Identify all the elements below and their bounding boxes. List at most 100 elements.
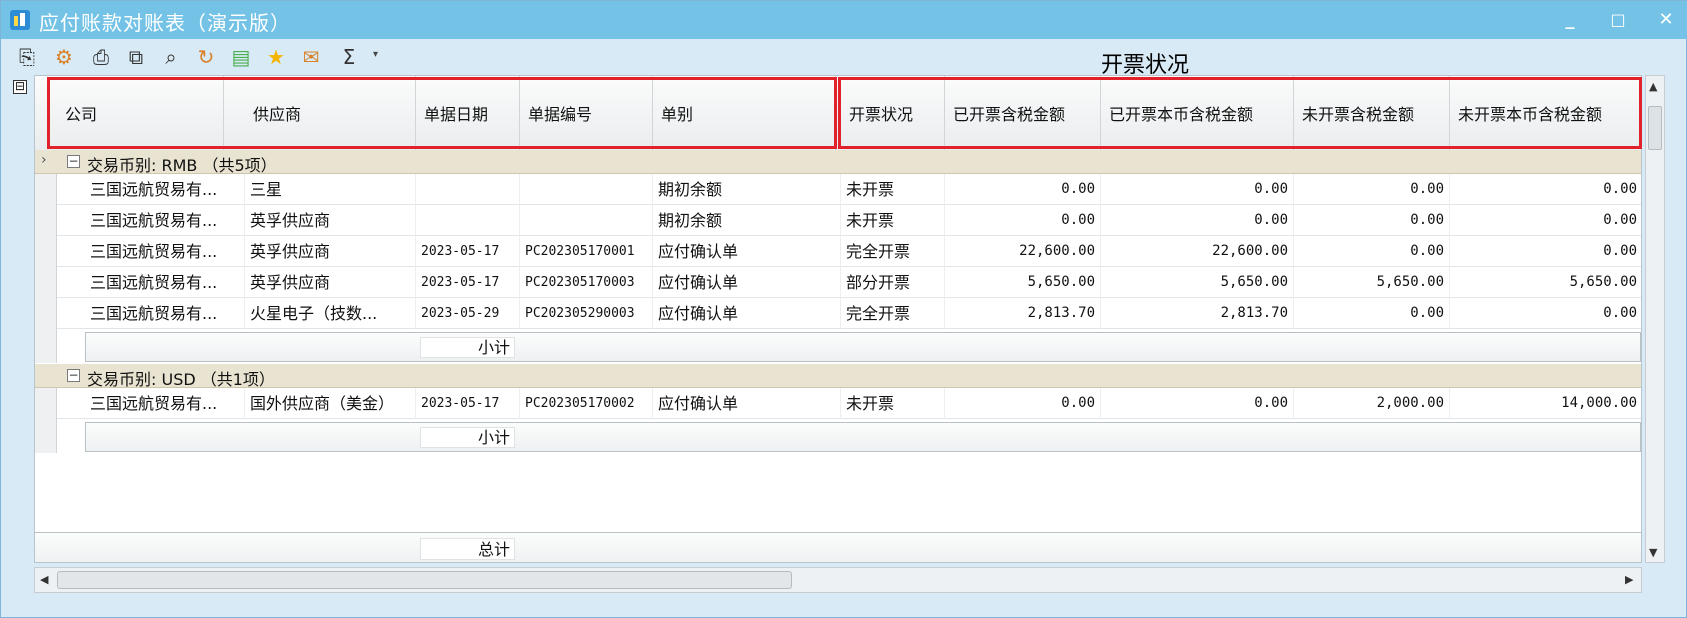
group-collapse-icon[interactable]: − bbox=[67, 155, 80, 168]
grand-total-label: 总计 bbox=[420, 538, 515, 560]
cell-doc-date: 2023-05-29 bbox=[416, 298, 520, 329]
row-selector[interactable] bbox=[35, 236, 57, 267]
horizontal-scroll-thumb[interactable] bbox=[57, 571, 792, 589]
print-icon[interactable]: ⎙ bbox=[89, 45, 113, 69]
maximize-button[interactable]: □ bbox=[1605, 8, 1631, 32]
save-icon[interactable]: ▤ bbox=[229, 45, 253, 69]
col-uninvoiced-amount[interactable]: 未开票含税金额 bbox=[1294, 76, 1450, 154]
table-row[interactable]: 三国远航贸易有... 英孚供应商 期初余额 未开票 0.00 0.00 0.00… bbox=[35, 205, 1641, 236]
cell-invoiced-local-amount: 0.00 bbox=[1101, 174, 1294, 205]
scroll-up-icon[interactable]: ▲ bbox=[1649, 80, 1657, 93]
group-collapse-icon[interactable]: − bbox=[67, 369, 80, 382]
cell-supplier: 国外供应商（美金） bbox=[245, 388, 416, 419]
cell-invoiced-local-amount: 5,650.00 bbox=[1101, 267, 1294, 298]
cell-uninvoiced-amount: 0.00 bbox=[1294, 205, 1450, 236]
subtotal-bar bbox=[85, 332, 1641, 362]
find-icon[interactable]: ⌕ bbox=[159, 45, 183, 69]
table-row[interactable]: 三国远航贸易有... 英孚供应商 2023-05-17 PC2023051700… bbox=[35, 236, 1641, 267]
scroll-right-icon[interactable]: ▶ bbox=[1625, 573, 1633, 586]
cell-invoice-status: 未开票 bbox=[841, 205, 945, 236]
grand-total-bar: 总计 bbox=[35, 532, 1641, 562]
row-selector[interactable] bbox=[35, 388, 57, 419]
horizontal-scrollbar[interactable]: ◀ ▶ bbox=[34, 567, 1642, 593]
row-selector[interactable] bbox=[35, 329, 57, 363]
col-doc-no[interactable]: 单据编号 bbox=[520, 76, 653, 154]
reload-icon[interactable]: ↻ bbox=[194, 45, 218, 69]
cell-uninvoiced-amount: 5,650.00 bbox=[1294, 267, 1450, 298]
col-doc-type[interactable]: 单别 bbox=[653, 76, 836, 154]
refresh-filter-icon[interactable]: ⚙ bbox=[52, 45, 76, 69]
cell-doc-no: PC202305170002 bbox=[520, 388, 653, 419]
cell-doc-date: 2023-05-17 bbox=[416, 236, 520, 267]
row-selector[interactable] bbox=[35, 205, 57, 236]
col-invoice-status[interactable]: 开票状况 bbox=[841, 76, 945, 154]
vertical-scrollbar[interactable]: ▲ ▼ bbox=[1645, 75, 1665, 563]
col-uninvoiced-local-amount[interactable]: 未开票本币含税金额 bbox=[1450, 76, 1641, 154]
col-supplier[interactable]: 供应商 bbox=[245, 76, 416, 154]
window-title: 应付账款对账表（演示版） bbox=[39, 11, 291, 35]
cell-supplier: 英孚供应商 bbox=[245, 205, 416, 236]
group-header-rmb[interactable]: › − 交易币别: RMB （共5项） bbox=[35, 150, 1641, 175]
vertical-scroll-thumb[interactable] bbox=[1648, 106, 1662, 150]
group-header-usd[interactable]: − 交易币别: USD （共1项） bbox=[35, 364, 1641, 389]
row-indicator-icon: › bbox=[41, 152, 47, 168]
cell-invoiced-amount: 2,813.70 bbox=[945, 298, 1101, 329]
cell-uninvoiced-amount: 0.00 bbox=[1294, 298, 1450, 329]
row-selector[interactable] bbox=[35, 267, 57, 298]
cell-invoice-status: 完全开票 bbox=[841, 236, 945, 267]
col-doc-date[interactable]: 单据日期 bbox=[416, 76, 520, 154]
cell-invoiced-amount: 22,600.00 bbox=[945, 236, 1101, 267]
favorite-icon[interactable]: ★ bbox=[264, 45, 288, 69]
toolbar: ⎘ ⚙ ⎙ ⧉ ⌕ ↻ ▤ ★ ✉ Σ bbox=[9, 41, 409, 73]
sum-icon[interactable]: Σ bbox=[337, 45, 361, 69]
export-icon[interactable]: ⎘ bbox=[15, 45, 39, 69]
data-grid: 公司 供应商 单据日期 单据编号 单别 开票状况 已开票含税金额 已开票本币含税… bbox=[34, 75, 1642, 563]
cell-invoice-status: 未开票 bbox=[841, 174, 945, 205]
cell-invoiced-local-amount: 0.00 bbox=[1101, 388, 1294, 419]
table-row[interactable]: 三国远航贸易有... 英孚供应商 2023-05-17 PC2023051700… bbox=[35, 267, 1641, 298]
subtotal-row: 小计 bbox=[35, 419, 1641, 453]
cell-invoiced-local-amount: 22,600.00 bbox=[1101, 236, 1294, 267]
col-invoiced-amount[interactable]: 已开票含税金额 bbox=[945, 76, 1101, 154]
cell-doc-type: 应付确认单 bbox=[653, 388, 841, 419]
cell-company: 三国远航贸易有... bbox=[85, 205, 245, 236]
collapse-all-toggle[interactable]: ⊟ bbox=[13, 80, 27, 94]
subtotal-label: 小计 bbox=[420, 337, 515, 358]
table-row[interactable]: 三国远航贸易有... 国外供应商（美金） 2023-05-17 PC202305… bbox=[35, 388, 1641, 419]
close-button[interactable]: ✕ bbox=[1653, 8, 1679, 32]
print-preview-icon[interactable]: ⧉ bbox=[124, 45, 148, 69]
cell-doc-no: PC202305290003 bbox=[520, 298, 653, 329]
toolbar-dropdown-icon[interactable]: ▾ bbox=[373, 49, 378, 60]
cell-doc-date bbox=[416, 174, 520, 205]
col-invoiced-local-amount[interactable]: 已开票本币含税金额 bbox=[1101, 76, 1294, 154]
table-row[interactable]: 三国远航贸易有... 三星 期初余额 未开票 0.00 0.00 0.00 0.… bbox=[35, 174, 1641, 205]
cell-company: 三国远航贸易有... bbox=[85, 267, 245, 298]
cell-invoiced-amount: 5,650.00 bbox=[945, 267, 1101, 298]
cell-invoice-status: 完全开票 bbox=[841, 298, 945, 329]
scroll-left-icon[interactable]: ◀ bbox=[40, 573, 48, 586]
mail-icon[interactable]: ✉ bbox=[299, 45, 323, 69]
subtotal-row: 小计 bbox=[35, 329, 1641, 363]
cell-supplier: 英孚供应商 bbox=[245, 236, 416, 267]
scroll-down-icon[interactable]: ▼ bbox=[1649, 546, 1657, 559]
cell-uninvoiced-local-amount: 0.00 bbox=[1450, 298, 1641, 329]
cell-doc-date: 2023-05-17 bbox=[416, 267, 520, 298]
title-bar[interactable]: 应付账款对账表（演示版） _ □ ✕ bbox=[1, 1, 1687, 39]
table-row[interactable]: 三国远航贸易有... 火星电子（技数... 2023-05-29 PC20230… bbox=[35, 298, 1641, 329]
cell-supplier: 英孚供应商 bbox=[245, 267, 416, 298]
cell-uninvoiced-local-amount: 14,000.00 bbox=[1450, 388, 1641, 419]
cell-doc-no: PC202305170003 bbox=[520, 267, 653, 298]
cell-invoiced-amount: 0.00 bbox=[945, 174, 1101, 205]
group-label: 交易币别: USD （共1项） bbox=[87, 370, 275, 389]
cell-invoiced-local-amount: 0.00 bbox=[1101, 205, 1294, 236]
app-window: 应付账款对账表（演示版） _ □ ✕ ⎘ ⚙ ⎙ ⧉ ⌕ ↻ ▤ ★ ✉ Σ ▾… bbox=[0, 0, 1687, 618]
cell-uninvoiced-amount: 2,000.00 bbox=[1294, 388, 1450, 419]
group-label: 交易币别: RMB （共5项） bbox=[87, 156, 277, 175]
row-selector[interactable] bbox=[35, 419, 57, 453]
row-selector[interactable] bbox=[35, 298, 57, 329]
row-selector[interactable] bbox=[35, 174, 57, 205]
cell-doc-type: 期初余额 bbox=[653, 205, 841, 236]
cell-uninvoiced-local-amount: 0.00 bbox=[1450, 236, 1641, 267]
col-company[interactable]: 公司 bbox=[57, 76, 224, 154]
minimize-button[interactable]: _ bbox=[1557, 8, 1583, 32]
